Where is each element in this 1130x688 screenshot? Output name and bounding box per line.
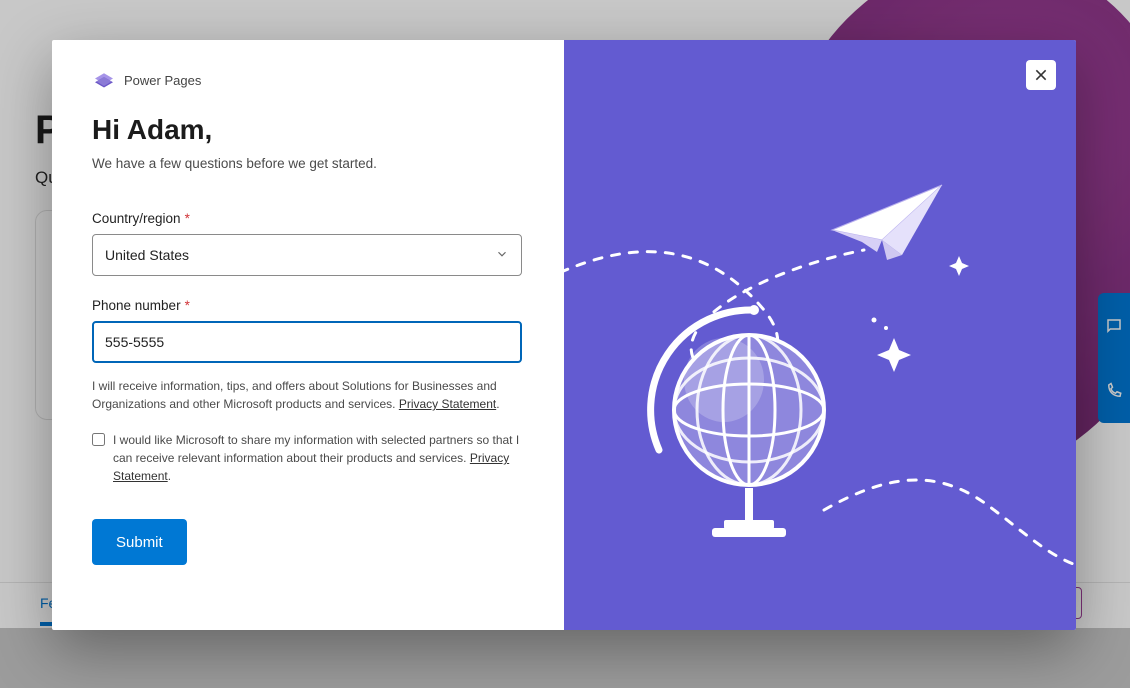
phone-field-group: Phone number * — [92, 298, 524, 363]
modal-form-panel: Power Pages Hi Adam, We have a few quest… — [52, 40, 564, 630]
modal-illustration-panel — [564, 40, 1076, 630]
chevron-down-icon — [495, 247, 509, 264]
partner-consent-row: I would like Microsoft to share my infor… — [92, 431, 524, 485]
disclosure-text: I will receive information, tips, and of… — [92, 377, 524, 413]
intro-text: We have a few questions before we get st… — [92, 156, 524, 171]
onboarding-modal: Power Pages Hi Adam, We have a few quest… — [52, 40, 1076, 630]
country-label: Country/region * — [92, 211, 524, 226]
submit-button[interactable]: Submit — [92, 519, 187, 565]
country-label-text: Country/region — [92, 211, 181, 226]
phone-input[interactable] — [105, 334, 509, 350]
phone-label: Phone number * — [92, 298, 524, 313]
country-field-group: Country/region * United States — [92, 211, 524, 276]
consent-text: I would like Microsoft to share my infor… — [113, 431, 524, 485]
brand-name: Power Pages — [124, 73, 201, 88]
required-asterisk: * — [185, 211, 190, 226]
phone-label-text: Phone number — [92, 298, 181, 313]
consent-pre: I would like Microsoft to share my infor… — [113, 433, 519, 465]
phone-input-wrapper[interactable] — [92, 321, 522, 363]
privacy-link-1[interactable]: Privacy Statement — [399, 397, 496, 411]
country-select[interactable]: United States — [92, 234, 522, 276]
brand-row: Power Pages — [92, 68, 524, 92]
power-pages-logo-icon — [92, 68, 116, 92]
greeting-heading: Hi Adam, — [92, 114, 524, 146]
globe-paper-plane-illustration — [564, 40, 1076, 630]
required-asterisk: * — [185, 298, 190, 313]
country-selected-value: United States — [105, 247, 189, 263]
partner-consent-checkbox[interactable] — [92, 432, 105, 447]
